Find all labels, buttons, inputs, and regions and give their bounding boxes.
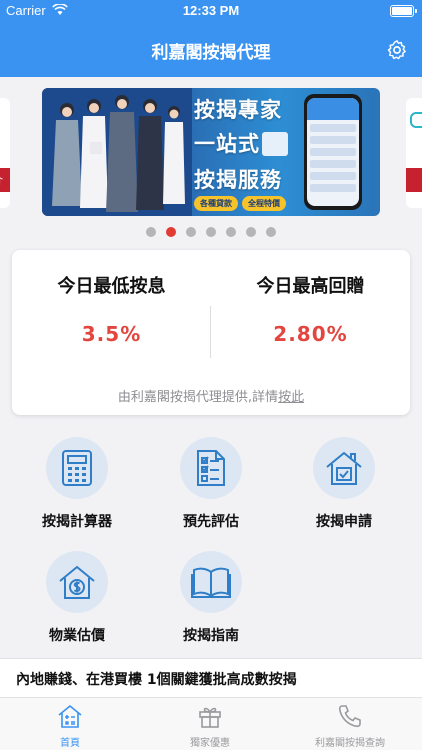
highest-rebate: 今日最高回贈 2.80% bbox=[211, 272, 410, 346]
tab-exclusive-offers[interactable]: 獨家優惠 bbox=[140, 698, 280, 750]
banner-tag-discount: 全程特價 bbox=[242, 196, 286, 211]
carousel-page-indicator[interactable] bbox=[0, 227, 422, 239]
calculator-icon bbox=[262, 132, 288, 156]
menu-pre-assessment[interactable]: 預先評估 bbox=[151, 437, 271, 531]
banner-carousel[interactable]: 按揭專家 一站式 按揭服務 各種貸款 全程特價 bbox=[0, 88, 422, 218]
menu-label: 按揭指南 bbox=[183, 628, 239, 644]
banner-headline-1: 按揭專家 bbox=[194, 98, 282, 122]
banner-headline-2: 一站式 bbox=[194, 132, 260, 156]
menu-mortgage-guide[interactable]: 按揭指南 bbox=[151, 551, 271, 645]
page-title: 利嘉閣按揭代理 bbox=[151, 43, 271, 63]
menu-label: 按揭申請 bbox=[316, 514, 372, 530]
carousel-dot[interactable] bbox=[186, 227, 196, 237]
calculator-icon bbox=[46, 437, 108, 499]
status-time: 12:33 PM bbox=[182, 3, 240, 18]
lowest-rate: 今日最低按息 3.5% bbox=[12, 272, 211, 346]
rate-source: 由利嘉閣按揭代理提供,詳情按此 bbox=[12, 386, 410, 405]
tab-home[interactable]: 首頁 bbox=[0, 698, 140, 750]
house-check-icon bbox=[313, 437, 375, 499]
status-bar: Carrier 12:33 PM bbox=[0, 0, 422, 22]
highest-rebate-value: 2.80% bbox=[273, 322, 348, 346]
banner-slide[interactable]: 按揭專家 一站式 按揭服務 各種貸款 全程特價 bbox=[42, 88, 380, 216]
gear-icon[interactable] bbox=[386, 39, 408, 61]
carousel-dot[interactable] bbox=[146, 227, 156, 237]
phone-mockup bbox=[304, 94, 362, 210]
agents-photo bbox=[42, 88, 192, 216]
menu-property-valuation[interactable]: 物業估價 bbox=[17, 551, 137, 645]
tab-mortgage-enquiry[interactable]: 利嘉閣按揭查詢 bbox=[280, 698, 420, 750]
banner-headline-3: 按揭服務 bbox=[194, 168, 282, 192]
carousel-dot[interactable] bbox=[246, 227, 256, 237]
menu-mortgage-application[interactable]: 按揭申請 bbox=[284, 437, 404, 531]
banner-tag-loans: 各種貸款 bbox=[194, 196, 238, 211]
menu-mortgage-calculator[interactable]: 按揭計算器 bbox=[17, 437, 137, 531]
highest-rebate-label: 今日最高回贈 bbox=[256, 276, 365, 297]
tab-label: 獨家優惠 bbox=[190, 738, 230, 749]
news-headline[interactable]: 內地賺錢、在港買樓 1個關鍵獲批高成數按揭 bbox=[16, 669, 416, 689]
carousel-dot[interactable] bbox=[226, 227, 236, 237]
previous-banner[interactable] bbox=[0, 98, 10, 208]
battery-icon bbox=[390, 5, 417, 17]
nav-bar: 利嘉閣按揭代理 bbox=[0, 22, 422, 77]
gift-icon bbox=[199, 707, 221, 728]
carousel-dot[interactable] bbox=[166, 227, 176, 237]
house-dollar-icon bbox=[46, 551, 108, 613]
lowest-rate-label: 今日最低按息 bbox=[57, 276, 166, 297]
menu-label: 物業估價 bbox=[49, 628, 105, 644]
banner-tags: 各種貸款 全程特價 bbox=[194, 196, 286, 211]
tab-bar: 首頁 獨家優惠 利嘉閣按揭查詢 bbox=[0, 698, 422, 750]
rate-card: 今日最低按息 3.5% 今日最高回贈 2.80% 由利嘉閣按揭代理提供,詳情按此 bbox=[12, 250, 410, 415]
rate-source-text: 由利嘉閣按揭代理提供,詳情 bbox=[117, 390, 279, 405]
phone-icon bbox=[338, 705, 361, 728]
carousel-dot[interactable] bbox=[206, 227, 216, 237]
news-ticker[interactable]: 內地賺錢、在港買樓 1個關鍵獲批高成數按揭 bbox=[0, 658, 422, 698]
tab-label: 首頁 bbox=[60, 738, 80, 749]
tab-label: 利嘉閣按揭查詢 bbox=[315, 738, 385, 749]
menu-label: 按揭計算器 bbox=[42, 514, 112, 530]
rate-details-link[interactable]: 按此 bbox=[278, 390, 304, 405]
open-book-icon bbox=[180, 551, 242, 613]
carousel-dot[interactable] bbox=[266, 227, 276, 237]
lowest-rate-value: 3.5% bbox=[81, 322, 142, 346]
next-banner[interactable] bbox=[406, 98, 422, 208]
checklist-document-icon bbox=[180, 437, 242, 499]
home-calculator-icon bbox=[58, 704, 82, 728]
menu-label: 預先評估 bbox=[183, 514, 239, 530]
